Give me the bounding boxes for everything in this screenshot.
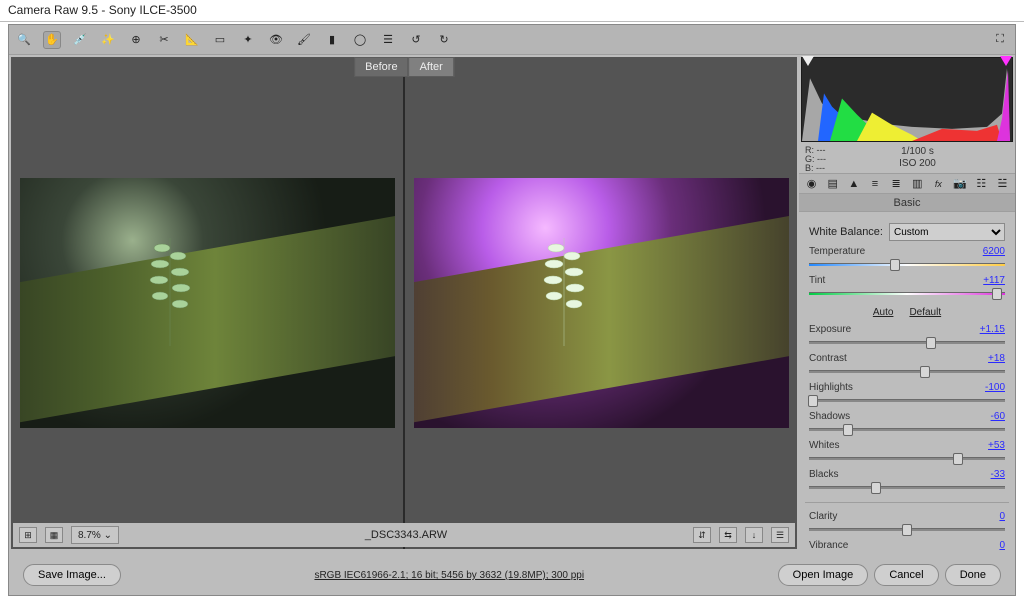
red-eye-icon[interactable]: 👁 — [267, 31, 285, 49]
rotate-cw-icon[interactable]: ↻ — [435, 31, 453, 49]
filmstrip-toggle-icon[interactable]: ▦ — [45, 527, 63, 543]
grid-toggle-icon[interactable]: ⊞ — [19, 527, 37, 543]
white-balance-eyedropper-icon[interactable]: 💉 — [71, 31, 89, 49]
wb-dropdown[interactable]: Custom — [889, 223, 1005, 241]
temperature-slider[interactable]: Temperature6200 — [809, 246, 1005, 271]
footer-bar: Save Image... sRGB IEC61966-2.1; 16 bit;… — [9, 555, 1015, 595]
tab-fx-icon[interactable]: fx — [932, 177, 945, 191]
tab-snapshots-icon[interactable]: ☱ — [996, 177, 1009, 191]
preferences-icon[interactable]: ☰ — [379, 31, 397, 49]
done-button[interactable]: Done — [945, 564, 1001, 586]
spot-removal-icon[interactable]: ✦ — [239, 31, 257, 49]
shadow-clip-icon[interactable] — [802, 56, 814, 66]
cancel-button[interactable]: Cancel — [874, 564, 938, 586]
view-options-icon[interactable]: ☰ — [771, 527, 789, 543]
compare-mode-icon[interactable]: ⇵ — [693, 527, 711, 543]
tab-lens-icon[interactable]: ▥ — [911, 177, 924, 191]
rotate-ccw-icon[interactable]: ↺ — [407, 31, 425, 49]
auto-link[interactable]: Auto — [873, 307, 894, 318]
default-link[interactable]: Default — [909, 307, 941, 318]
window-title: Camera Raw 9.5 - Sony ILCE-3500 — [0, 0, 1024, 22]
exposure-slider[interactable]: Exposure+1.15 — [809, 324, 1005, 349]
before-preview[interactable] — [11, 57, 403, 549]
adjustment-tabs: ◉ ▤ ▲ ≡ ≣ ▥ fx 📷 ☷ ☱ — [799, 174, 1015, 194]
tab-curve-icon[interactable]: ▤ — [826, 177, 839, 191]
tab-presets-icon[interactable]: ☷ — [975, 177, 988, 191]
exposure-readout: R: ---G: ---B: --- 1/100 sISO 200 — [799, 144, 1015, 174]
straighten-tool-icon[interactable]: 📐 — [183, 31, 201, 49]
workflow-link[interactable]: sRGB IEC61966-2.1; 16 bit; 5456 by 3632 … — [314, 570, 584, 581]
histogram[interactable] — [801, 57, 1013, 142]
adjustment-brush-icon[interactable]: 🖌 — [295, 31, 313, 49]
basic-panel: White Balance: Custom Temperature6200 Ti… — [799, 212, 1015, 551]
tab-split-icon[interactable]: ≣ — [890, 177, 903, 191]
tab-camera-icon[interactable]: 📷 — [953, 177, 967, 191]
targeted-adjustment-icon[interactable]: ⊕ — [127, 31, 145, 49]
highlights-slider[interactable]: Highlights-100 — [809, 382, 1005, 407]
zoom-level[interactable]: 8.7% ⌄ — [71, 526, 119, 544]
camera-raw-dialog: 🔍 ✋ 💉 ✨ ⊕ ✂ 📐 ▭ ✦ 👁 🖌 ▮ ◯ ☰ ↺ ↻ ⛶ Before… — [8, 24, 1016, 596]
swap-icon[interactable]: ⇆ — [719, 527, 737, 543]
transform-tool-icon[interactable]: ▭ — [211, 31, 229, 49]
radial-filter-icon[interactable]: ◯ — [351, 31, 369, 49]
open-image-button[interactable]: Open Image — [778, 564, 869, 586]
preview-bottom-bar: ⊞ ▦ 8.7% ⌄ _DSC3343.ARW ⇵ ⇆ ↓ ☰ — [13, 523, 795, 547]
graduated-filter-icon[interactable]: ▮ — [323, 31, 341, 49]
tab-detail-icon[interactable]: ▲ — [847, 177, 860, 191]
fullscreen-icon[interactable]: ⛶ — [991, 31, 1009, 49]
contrast-slider[interactable]: Contrast+18 — [809, 353, 1005, 378]
preview-area: Before After ⊞ ▦ 8.7% ⌄ — [11, 57, 797, 549]
tint-slider[interactable]: Tint+117 — [809, 275, 1005, 300]
wb-label: White Balance: — [809, 226, 883, 238]
blacks-slider[interactable]: Blacks-33 — [809, 469, 1005, 494]
color-sampler-icon[interactable]: ✨ — [99, 31, 117, 49]
tab-hsl-icon[interactable]: ≡ — [868, 177, 881, 191]
crop-tool-icon[interactable]: ✂ — [155, 31, 173, 49]
save-image-button[interactable]: Save Image... — [23, 564, 121, 586]
after-preview[interactable] — [405, 57, 797, 549]
hand-tool-icon[interactable]: ✋ — [43, 31, 61, 49]
side-panel: R: ---G: ---B: --- 1/100 sISO 200 ◉ ▤ ▲ … — [799, 55, 1015, 551]
filename-label: _DSC3343.ARW — [127, 529, 685, 541]
shadows-slider[interactable]: Shadows-60 — [809, 411, 1005, 436]
highlight-clip-icon[interactable] — [1000, 56, 1012, 66]
top-toolbar: 🔍 ✋ 💉 ✨ ⊕ ✂ 📐 ▭ ✦ 👁 🖌 ▮ ◯ ☰ ↺ ↻ ⛶ — [9, 25, 1015, 55]
tab-basic-icon[interactable]: ◉ — [805, 177, 818, 191]
vibrance-slider[interactable]: Vibrance0 — [809, 540, 1005, 551]
copy-settings-icon[interactable]: ↓ — [745, 527, 763, 543]
panel-header: Basic — [799, 194, 1015, 212]
clarity-slider[interactable]: Clarity0 — [809, 511, 1005, 536]
whites-slider[interactable]: Whites+53 — [809, 440, 1005, 465]
zoom-tool-icon[interactable]: 🔍 — [15, 31, 33, 49]
